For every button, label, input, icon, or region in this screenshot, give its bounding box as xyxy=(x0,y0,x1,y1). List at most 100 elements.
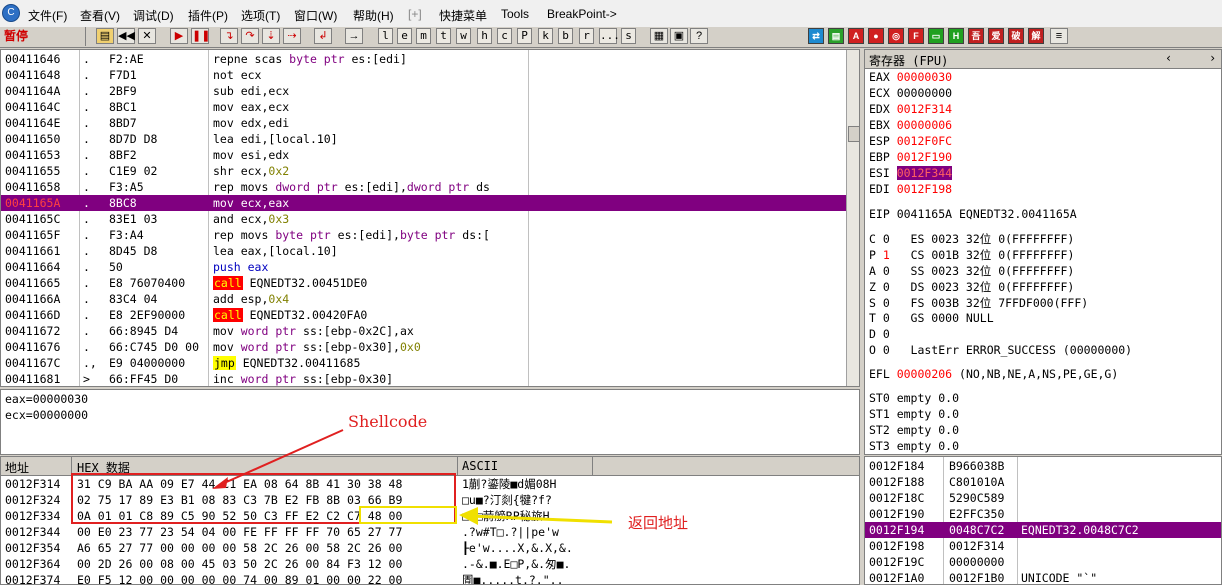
open-icon[interactable]: ▤ xyxy=(96,28,114,44)
stack-row[interactable]: 0012F18C 5290C589 xyxy=(865,490,1221,506)
menu-add[interactable]: [+] xyxy=(408,7,422,21)
step-over-icon[interactable]: ↷ xyxy=(241,28,259,44)
scrollbar-thumb[interactable] xyxy=(848,126,859,142)
disasm-row[interactable]: 00411650. 8D7D D8 lea edi,[local.10] xyxy=(1,131,846,147)
dump-hex[interactable]: 00 2D 26 00 08 00 45 03 50 2C 26 00 84 F… xyxy=(77,556,402,572)
register-pane[interactable]: 寄存器 (FPU) ‹ › EAX 00000030 ECX 00000000 ED… xyxy=(864,49,1222,455)
toolbar-references[interactable]: r xyxy=(579,28,594,44)
toolbar-po[interactable]: 破 xyxy=(1008,28,1024,44)
dump-hex[interactable]: A6 65 27 77 00 00 00 00 58 2C 26 00 58 2… xyxy=(77,540,402,556)
disasm-row[interactable]: 00411676. 66:C745 D0 00 mov word ptr ss:[e… xyxy=(1,339,846,355)
disasm-row[interactable]: 0041165A. 8BC8 mov ecx,eax xyxy=(1,195,846,211)
stack-row[interactable]: 0012F190 E2FFC350 xyxy=(865,506,1221,522)
fpu-row[interactable]: ST0 empty 0.0 xyxy=(869,391,959,405)
register-row[interactable]: EAX 00000030 xyxy=(869,70,952,84)
disasm-row[interactable]: 0041164A. 2BF9 sub edi,ecx xyxy=(1,83,846,99)
toolbar-handles[interactable]: h xyxy=(477,28,492,44)
register-value[interactable]: 0012F0FC xyxy=(897,134,952,148)
target-icon[interactable]: ◎ xyxy=(888,28,904,44)
register-row[interactable]: EDI 0012F198 xyxy=(869,182,952,196)
help-icon[interactable]: ? xyxy=(690,28,708,44)
close-x-icon[interactable]: ✕ xyxy=(138,28,156,44)
settings-grid-icon[interactable]: ▦ xyxy=(650,28,668,44)
fpu-row[interactable]: ST3 empty 0.0 xyxy=(869,439,959,453)
register-row[interactable]: EBX 00000006 xyxy=(869,118,952,132)
disasm-row[interactable]: 00411665. E8 76070400 call EQNEDT32.00451D… xyxy=(1,275,846,291)
menu-debug[interactable]: 调试(D) xyxy=(133,7,174,24)
menu-help[interactable]: 帮助(H) xyxy=(353,7,394,24)
toolbar-callstack[interactable]: k xyxy=(538,28,553,44)
disasm-row[interactable]: 0041166A. 83C4 04 add esp,0x4 xyxy=(1,291,846,307)
efl-row[interactable]: EFL 00000206 (NO,NB,NE,A,NS,PE,GE,G) xyxy=(869,367,1118,381)
toolbar-log[interactable]: l xyxy=(378,28,393,44)
register-value[interactable]: 00000006 xyxy=(897,118,952,132)
fpu-row[interactable]: ST1 empty 0.0 xyxy=(869,407,959,421)
toolbar-ai[interactable]: 爱 xyxy=(988,28,1004,44)
dump-hex[interactable]: E0 F5 12 00 00 00 00 00 74 00 89 01 00 0… xyxy=(77,572,402,584)
dump-ascii[interactable]: 圊■.....t.?.".. xyxy=(462,572,590,584)
dump-ascii[interactable]: ┠e'w....X,&.X,&. xyxy=(462,540,590,556)
step-into-icon[interactable]: ↴ xyxy=(220,28,238,44)
dump-ascii[interactable]: .-&.■.E□P,&.匆■. xyxy=(462,556,590,572)
goto-icon[interactable]: → xyxy=(345,28,363,44)
disasm-row[interactable]: 00411664. 50 push eax xyxy=(1,259,846,275)
toolbar-executable[interactable]: e xyxy=(397,28,412,44)
register-row[interactable]: EDX 0012F314 xyxy=(869,102,952,116)
register-value[interactable]: 00000000 xyxy=(897,86,952,100)
toolbar-a[interactable]: A xyxy=(848,28,864,44)
pause-icon[interactable]: ❚❚ xyxy=(191,28,210,44)
stack-row[interactable]: 0012F19C 00000000 xyxy=(865,554,1221,570)
register-value[interactable]: 0012F344 xyxy=(896,166,953,180)
fpu-row[interactable]: ST2 empty 0.0 xyxy=(869,423,959,437)
stack-row[interactable]: 0012F194 0048C7C2 EQNEDT32.0048C7C2 xyxy=(865,522,1221,538)
toolbar-cpu[interactable]: c xyxy=(497,28,512,44)
disasm-row[interactable]: 00411658. F3:A5 rep movs dword ptr es:[edi… xyxy=(1,179,846,195)
register-row[interactable]: ESP 0012F0FC xyxy=(869,134,952,148)
disasm-row[interactable]: 00411648. F7D1 not ecx xyxy=(1,67,846,83)
grid-tool-icon[interactable]: ▤ xyxy=(828,28,844,44)
trace-over-icon[interactable]: ⇢ xyxy=(283,28,301,44)
refresh-icon[interactable]: ⇄ xyxy=(808,28,824,44)
execute-till-return-icon[interactable]: ↲ xyxy=(314,28,332,44)
toolbar-windows[interactable]: w xyxy=(456,28,471,44)
record-icon[interactable]: ● xyxy=(868,28,884,44)
flag-row[interactable]: C 0 ES 0023 32位 0(FFFFFFFF) xyxy=(869,231,1074,247)
disasm-row[interactable]: 0041164C. 8BC1 mov eax,ecx xyxy=(1,99,846,115)
menu-options[interactable]: 选项(T) xyxy=(241,7,280,24)
dump-ascii[interactable]: □□□葥艕RP秘旅H. xyxy=(462,508,590,524)
register-row[interactable]: ESI 0012F344 xyxy=(869,166,953,180)
dump-ascii[interactable]: □u■?汀剡{犍?f? xyxy=(462,492,590,508)
disasm-row[interactable]: 00411681 >66:FF45 D0 inc word ptr ss:[ebp-… xyxy=(1,371,846,386)
menu-plugins[interactable]: 插件(P) xyxy=(188,7,228,24)
menu-shortcuts[interactable]: 快捷菜单 xyxy=(439,7,487,24)
disasm-row[interactable]: 0041165F. F3:A4 rep movs byte ptr es:[edi]… xyxy=(1,227,846,243)
disasm-row[interactable]: 0041165C. 83E1 03 and ecx,0x3 xyxy=(1,211,846,227)
stack-row[interactable]: 0012F198 0012F314 xyxy=(865,538,1221,554)
stack-row[interactable]: 0012F184 B966038B xyxy=(865,458,1221,474)
flag-row[interactable]: P 1 CS 001B 32位 0(FFFFFFFF) xyxy=(869,247,1074,263)
menu-file[interactable]: 文件(F) xyxy=(28,7,67,24)
toolbar-source[interactable]: s xyxy=(621,28,636,44)
chevron-left-icon[interactable]: ‹ xyxy=(1165,51,1172,65)
monitor-icon[interactable]: ▭ xyxy=(928,28,944,44)
disasm-row[interactable]: 00411646. F2:AE repne scas byte ptr es:[ed… xyxy=(1,51,846,67)
stack-row[interactable]: 0012F1A0 0012F1B0 UNICODE "`" xyxy=(865,570,1221,584)
toolbar-runtrace[interactable]: ... xyxy=(599,28,620,44)
dump-header-ascii[interactable]: ASCII xyxy=(462,459,498,473)
disasm-row[interactable]: 00411672. 66:8945 D4 mov word ptr ss:[ebp-… xyxy=(1,323,846,339)
chevron-right-icon[interactable]: › xyxy=(1209,51,1216,65)
register-row[interactable]: EBP 0012F190 xyxy=(869,150,952,164)
toolbar-wu[interactable]: 吾 xyxy=(968,28,984,44)
rewind-icon[interactable]: ◀◀ xyxy=(117,28,135,44)
flag-row[interactable]: Z 0 DS 0023 32位 0(FFFFFFFF) xyxy=(869,279,1074,295)
disasm-row[interactable]: 00411661. 8D45 D8 lea eax,[local.10] xyxy=(1,243,846,259)
stack-row[interactable]: 0012F188 C801010A xyxy=(865,474,1221,490)
list-icon[interactable]: ≡ xyxy=(1050,28,1068,44)
stack-pane[interactable]: 0012F184 B966038B 0012F188 C801010A 0012F18C… xyxy=(864,456,1222,585)
disassembly-scrollbar[interactable] xyxy=(846,50,859,386)
dump-hex[interactable]: 00 E0 23 77 23 54 04 00 FE FF FF FF 70 6… xyxy=(77,524,402,540)
trace-into-icon[interactable]: ⇣ xyxy=(262,28,280,44)
dump-ascii[interactable]: .?w#T□.?∣∣pe'w xyxy=(462,524,590,540)
disasm-row[interactable]: 0041166D. E8 2EF90000 call EQNEDT32.00420F… xyxy=(1,307,846,323)
disasm-row[interactable]: 0041167C., E9 04000000 jmp EQNEDT32.004116… xyxy=(1,355,846,371)
